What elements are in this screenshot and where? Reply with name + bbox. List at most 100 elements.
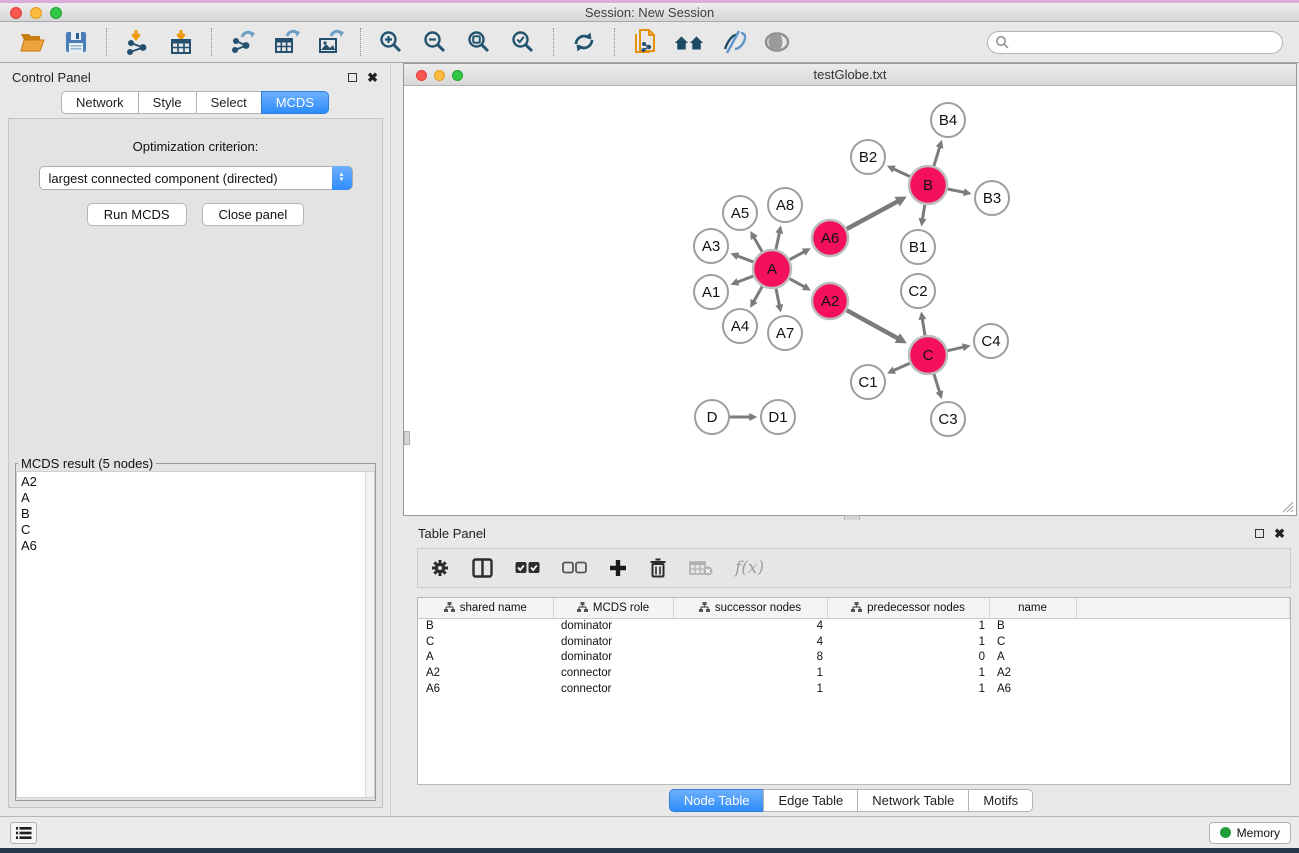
zoom-selected-button[interactable] [507, 26, 539, 58]
graph-node-label: C [923, 347, 934, 364]
open-session-button[interactable] [16, 26, 48, 58]
task-history-button[interactable] [10, 822, 37, 844]
column-header[interactable]: MCDS role [553, 598, 673, 618]
mcds-result-item[interactable]: A6 [21, 538, 374, 554]
graph-edge-C-C1[interactable] [894, 363, 910, 370]
column-header[interactable]: name [989, 598, 1076, 618]
export-image-button[interactable] [314, 26, 346, 58]
graph-edge-B-B2[interactable] [893, 169, 910, 177]
graph-edge-B-B4[interactable] [934, 147, 940, 166]
close-window-button[interactable] [10, 7, 22, 19]
delete-column-icon[interactable] [649, 558, 667, 578]
graph-node-label: C1 [858, 374, 877, 391]
new-network-from-selection-button[interactable] [629, 26, 661, 58]
float-panel-icon[interactable] [1255, 529, 1264, 538]
graph-edge-B-B3[interactable] [948, 189, 965, 192]
close-panel-icon[interactable]: ✖ [367, 71, 378, 84]
zoom-fit-button[interactable] [463, 26, 495, 58]
graph-edge-A-A6[interactable] [790, 252, 805, 260]
tab-network-table[interactable]: Network Table [857, 789, 969, 812]
graph-edge-A-A8[interactable] [776, 232, 779, 249]
tab-select[interactable]: Select [196, 91, 262, 114]
mcds-list-scrollbar[interactable] [365, 472, 374, 797]
table-row[interactable]: A6connector11A6 [418, 681, 1290, 697]
tab-edge-table[interactable]: Edge Table [763, 789, 858, 812]
graph-edge-A-A2[interactable] [790, 279, 805, 287]
tab-node-table[interactable]: Node Table [669, 789, 765, 812]
table-row[interactable]: Adominator80A [418, 649, 1290, 665]
import-network-button[interactable] [121, 26, 153, 58]
minimize-window-button[interactable] [30, 7, 42, 19]
function-builder-icon[interactable]: f(x) [735, 558, 764, 578]
criterion-dropdown-value: largest connected component (directed) [40, 171, 278, 186]
mcds-result-item[interactable]: B [21, 506, 374, 522]
memory-button[interactable]: Memory [1209, 822, 1291, 844]
delete-table-icon[interactable] [689, 560, 713, 576]
zoom-out-button[interactable] [419, 26, 451, 58]
float-panel-icon[interactable] [348, 73, 357, 82]
minimize-view-button[interactable] [434, 70, 445, 81]
export-network-button[interactable] [226, 26, 258, 58]
select-all-checkboxes-icon[interactable] [515, 561, 540, 575]
tab-style[interactable]: Style [138, 91, 197, 114]
graph-node-label: C2 [908, 283, 927, 300]
graph-edge-B-B1[interactable] [922, 205, 924, 220]
column-header[interactable]: predecessor nodes [827, 598, 989, 618]
run-mcds-button[interactable]: Run MCDS [87, 203, 187, 226]
memory-status-icon [1220, 827, 1231, 838]
table-row[interactable]: Bdominator41B [418, 618, 1290, 634]
tab-network[interactable]: Network [61, 91, 139, 114]
close-panel-icon[interactable]: ✖ [1274, 527, 1285, 540]
zoom-window-button[interactable] [50, 7, 62, 19]
graph-edge-C-C3[interactable] [934, 374, 940, 392]
zoom-view-button[interactable] [452, 70, 463, 81]
main-toolbar [0, 22, 1299, 63]
graph-node-label: B3 [983, 190, 1001, 207]
graph-edge-A-A3[interactable] [737, 256, 753, 262]
main-area: Control Panel ✖ NetworkStyleSelectMCDS O… [0, 63, 1299, 816]
toolbar-search-field[interactable] [987, 31, 1283, 54]
home-button[interactable] [673, 26, 705, 58]
window-resize-grip[interactable] [1281, 500, 1294, 513]
close-view-button[interactable] [416, 70, 427, 81]
graph-node-label: A1 [702, 284, 720, 301]
save-session-button[interactable] [60, 26, 92, 58]
graph-node-label: A [767, 261, 777, 278]
graph-node-label: B1 [909, 239, 927, 256]
graph-edge-A-A4[interactable] [754, 286, 763, 301]
show-column-icon[interactable] [472, 558, 493, 578]
mcds-result-item[interactable]: A2 [21, 474, 374, 490]
graph-edge-A-A7[interactable] [776, 289, 779, 306]
tab-motifs[interactable]: Motifs [968, 789, 1033, 812]
criterion-dropdown[interactable]: largest connected component (directed) ▲… [39, 166, 353, 190]
graph-edge-C-C4[interactable] [948, 347, 964, 351]
deselect-all-checkboxes-icon[interactable] [562, 561, 587, 575]
mcds-result-item[interactable]: C [21, 522, 374, 538]
network-canvas[interactable]: B4B2BB3A5A8A6A3B1AA1C2A2A4A7CC4C1C3DD1 [404, 86, 1296, 515]
import-table-button[interactable] [165, 26, 197, 58]
graph-node-label: A3 [702, 238, 720, 255]
close-panel-button[interactable]: Close panel [202, 203, 305, 226]
apply-layout-refresh-button[interactable] [568, 26, 600, 58]
show-graphics-details-button[interactable] [761, 26, 793, 58]
zoom-in-button[interactable] [375, 26, 407, 58]
graph-node-label: A8 [776, 197, 794, 214]
search-input[interactable] [1010, 35, 1260, 49]
graph-edge-A6-B[interactable] [847, 201, 898, 229]
column-header[interactable]: shared name [418, 598, 553, 618]
tab-mcds[interactable]: MCDS [261, 91, 329, 114]
add-column-icon[interactable] [609, 559, 627, 577]
graph-edge-A2-C[interactable] [847, 310, 899, 338]
settings-gear-icon[interactable] [430, 558, 450, 578]
graph-edge-A-A5[interactable] [754, 237, 762, 251]
table-row[interactable]: Cdominator41C [418, 634, 1290, 650]
table-row[interactable]: A2connector11A2 [418, 665, 1290, 681]
mcds-result-list[interactable]: A2ABCA6 [16, 471, 375, 798]
graph-edge-A-A1[interactable] [737, 276, 753, 282]
export-table-button[interactable] [270, 26, 302, 58]
graph-edge-C-C2[interactable] [922, 319, 925, 336]
column-header[interactable]: successor nodes [673, 598, 827, 618]
hide-labels-button[interactable] [717, 26, 749, 58]
mcds-result-item[interactable]: A [21, 490, 374, 506]
canvas-left-divider-handle[interactable] [404, 431, 410, 445]
